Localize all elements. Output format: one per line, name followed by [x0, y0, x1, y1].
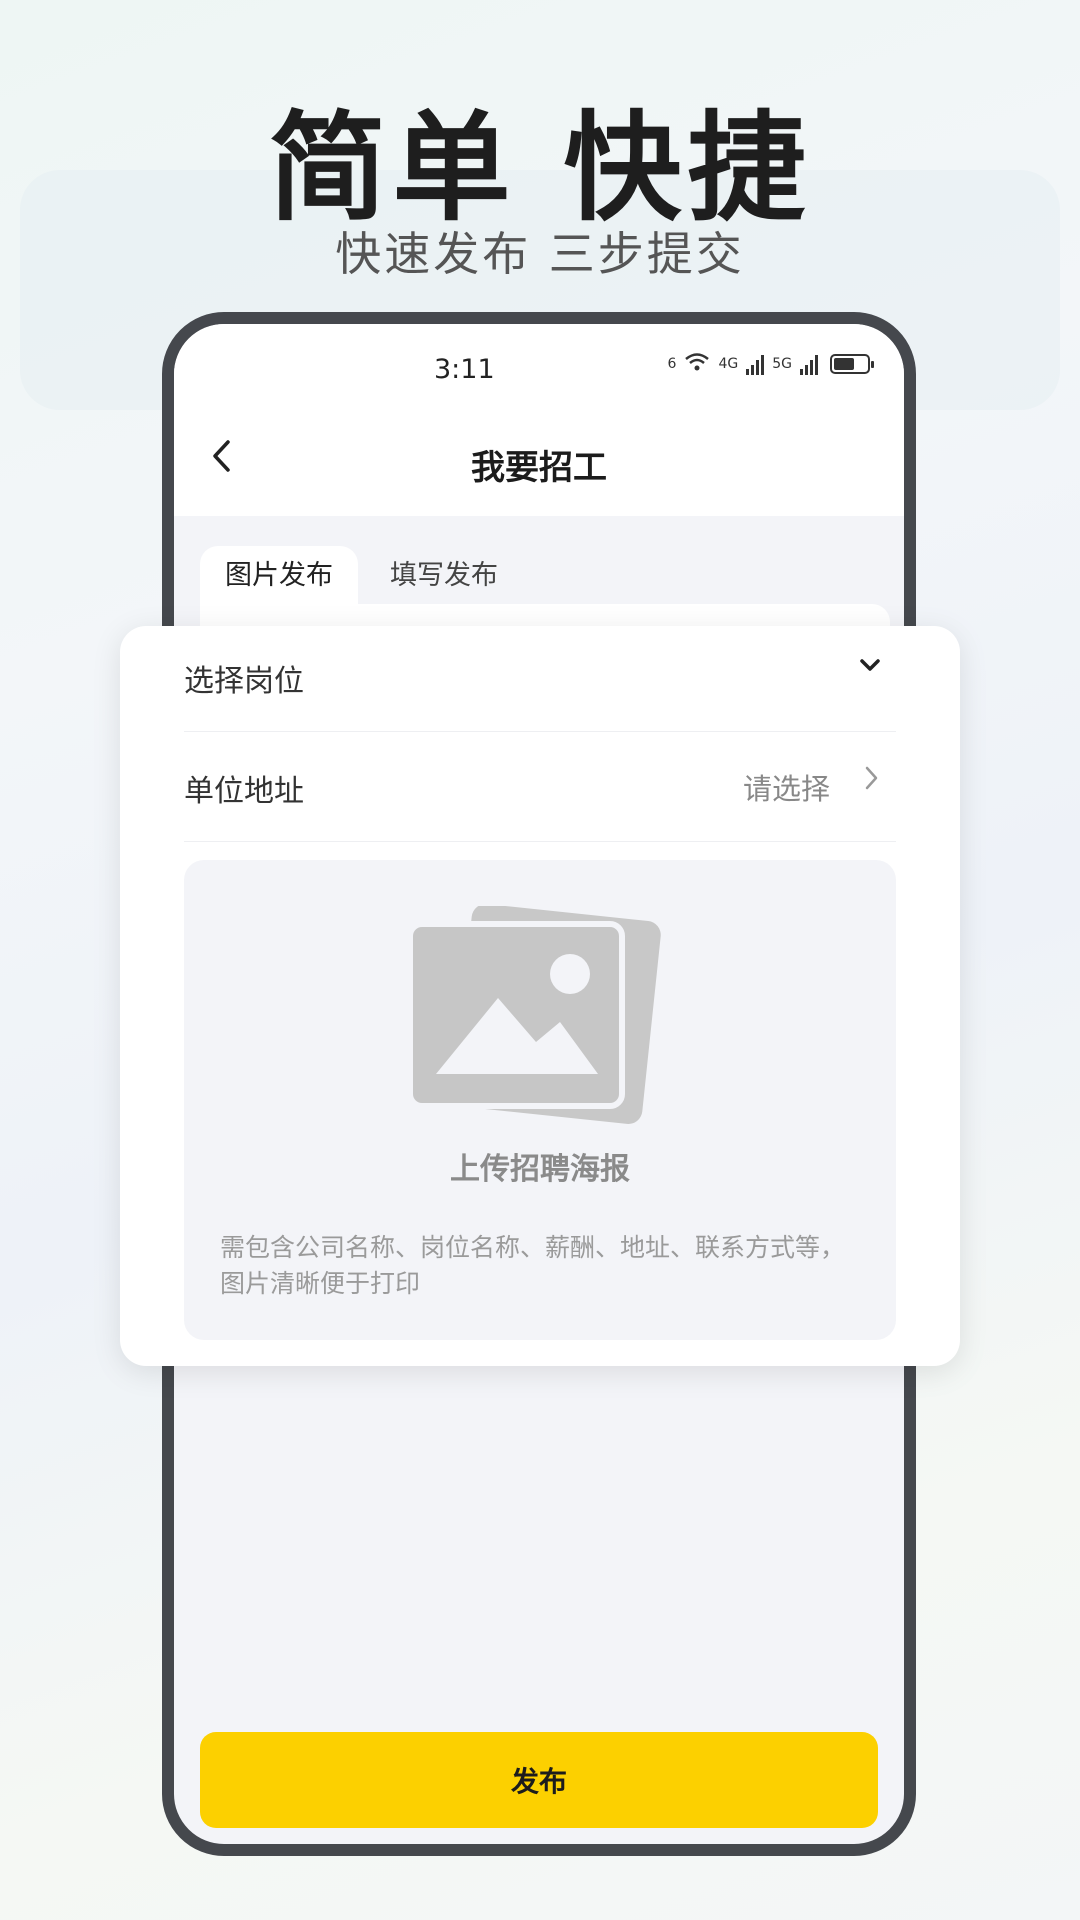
- network-label-3: 5G: [772, 356, 792, 372]
- signal-icon-2: [800, 353, 818, 375]
- tab-image-publish[interactable]: 图片发布: [200, 546, 358, 610]
- tab-form-publish[interactable]: 填写发布: [390, 546, 498, 606]
- network-label-1: 6: [667, 356, 677, 372]
- address-select[interactable]: 单位地址 请选择: [184, 736, 896, 842]
- address-value: 请选择: [742, 772, 830, 806]
- chevron-down-icon: [858, 650, 882, 688]
- position-select[interactable]: 选择岗位: [184, 626, 896, 732]
- wifi-icon: [684, 352, 710, 376]
- image-placeholder-icon: [410, 906, 661, 1124]
- address-label: 单位地址: [184, 774, 304, 809]
- poster-upload-area[interactable]: 上传招聘海报 需包含公司名称、岗位名称、薪酬、地址、联系方式等，图片清晰便于打印: [184, 860, 896, 1340]
- battery-icon: [830, 354, 874, 374]
- app-header: 3:11 6 4G 5G 我要招工: [174, 324, 904, 516]
- status-time: 3:11: [434, 354, 495, 385]
- signal-icon: [746, 353, 765, 375]
- status-icons: 6 4G 5G: [667, 352, 874, 376]
- network-label-2: 4G: [718, 356, 739, 372]
- publish-button[interactable]: 发布: [200, 1732, 878, 1828]
- promo-subline: 快速发布 三步提交: [335, 227, 745, 281]
- form-card: 选择岗位 单位地址 请选择 上传招聘海报 需包含公司名称、岗位名称、薪酬、地址、…: [120, 626, 960, 1366]
- upload-title: 上传招聘海报: [450, 1152, 630, 1187]
- chevron-right-icon: [862, 758, 882, 807]
- page-title: 我要招工: [471, 448, 607, 488]
- position-label: 选择岗位: [184, 664, 304, 699]
- upload-hint: 需包含公司名称、岗位名称、薪酬、地址、联系方式等，图片清晰便于打印: [220, 1233, 846, 1298]
